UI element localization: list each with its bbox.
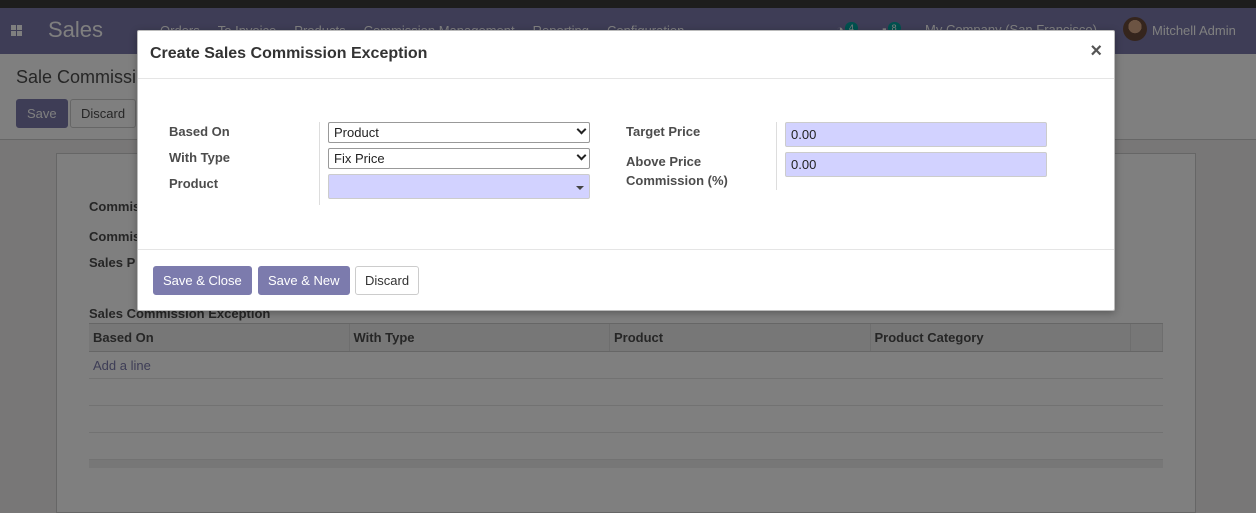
target-price-input[interactable]: 0.00 bbox=[785, 122, 1047, 147]
dialog-body: Based On With Type Product Product Fix P… bbox=[138, 79, 1114, 249]
dialog-title: Create Sales Commission Exception bbox=[150, 45, 428, 62]
above-price-commission-input[interactable]: 0.00 bbox=[785, 152, 1047, 177]
based-on-select[interactable]: Product bbox=[328, 122, 590, 143]
left-group-separator bbox=[319, 122, 320, 205]
based-on-label: Based On bbox=[169, 124, 230, 139]
create-exception-dialog: Create Sales Commission Exception × Base… bbox=[137, 30, 1115, 311]
product-label: Product bbox=[169, 176, 219, 191]
chevron-down-icon bbox=[576, 150, 587, 161]
save-new-button[interactable]: Save & New bbox=[258, 266, 350, 295]
dialog-footer: Save & Close Save & New Discard bbox=[138, 249, 1114, 311]
dialog-header: Create Sales Commission Exception × bbox=[138, 31, 1114, 79]
with-type-label: With Type bbox=[169, 150, 231, 165]
with-type-value: Fix Price bbox=[334, 151, 385, 166]
product-field[interactable] bbox=[328, 174, 590, 199]
caret-down-icon[interactable] bbox=[576, 186, 584, 190]
right-group-separator bbox=[776, 122, 777, 190]
chevron-down-icon bbox=[576, 124, 587, 135]
save-close-button[interactable]: Save & Close bbox=[153, 266, 252, 295]
close-icon[interactable]: × bbox=[1090, 41, 1102, 61]
above-price-commission-label: Above Price Commission (%) bbox=[626, 154, 728, 188]
based-on-value: Product bbox=[334, 125, 379, 140]
target-price-label: Target Price bbox=[626, 124, 701, 139]
with-type-select[interactable]: Fix Price bbox=[328, 148, 590, 169]
discard-button[interactable]: Discard bbox=[355, 266, 420, 295]
